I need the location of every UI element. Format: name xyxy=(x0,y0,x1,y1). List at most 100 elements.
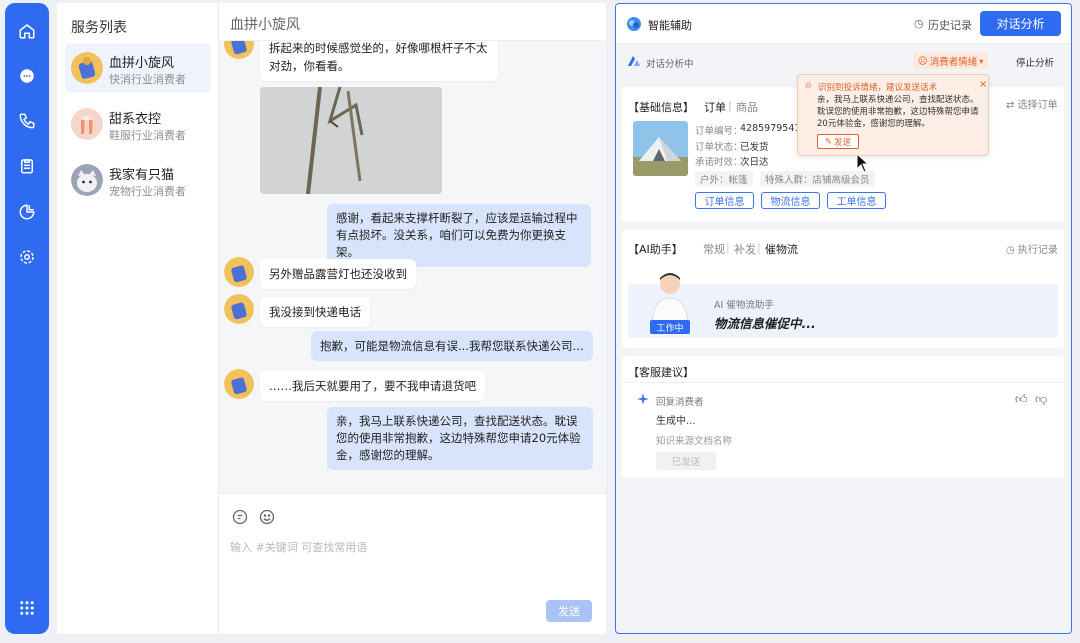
tag: 特殊人群：店铺高级会员 xyxy=(760,171,875,187)
cursor-icon xyxy=(856,152,870,173)
ticket-info-button[interactable]: 工单信息 xyxy=(827,192,886,209)
message-image[interactable] xyxy=(260,87,442,194)
chat-messages: 拆起来的时候感觉坐的，好像哪根杆子不太对劲，你看看。 感谢，看起来支撑杆断裂了，… xyxy=(219,41,606,493)
avatar xyxy=(224,369,254,399)
avatar xyxy=(71,164,103,196)
service-item-name: 我家有只猫 xyxy=(109,168,175,183)
assistant-status: 物流信息催促中... xyxy=(714,316,816,331)
popup-text: 亲，我马上联系快递公司，查找配送状态。耽误您的使用非常抱歉，这边特殊帮您申请20… xyxy=(817,95,979,129)
suggestion-card: 【客服建议】 回复消费者 👍︎ 👎︎ 生成中... 知识来源文档名称 已发送 xyxy=(622,356,1064,478)
order-status-label: 订单状态： xyxy=(695,142,743,153)
service-list: 服务列表 血拼小旋风 快消行业消费者 甜系衣控 鞋服行业消费者 我家有只猫 宠物… xyxy=(57,3,219,634)
tab-product[interactable]: 商品 xyxy=(736,99,758,115)
logistics-info-button[interactable]: 物流信息 xyxy=(761,192,820,209)
execution-log-link[interactable]: ◷ 执行记录 xyxy=(1006,241,1058,256)
working-badge: 工作中 xyxy=(650,320,690,334)
avatar xyxy=(224,294,254,324)
complaint-alert-popup: 🔥︎ 识别到投诉情绪，建议发送话术 × 亲，我马上联系快递公司，查找配送状态。耽… xyxy=(797,74,989,156)
close-icon[interactable]: × xyxy=(979,79,987,90)
reply-consumer-label: 回复消费者 xyxy=(656,397,704,408)
phone-icon[interactable] xyxy=(5,108,49,134)
service-list-title: 服务列表 xyxy=(71,20,127,36)
tab-urge-logistics[interactable]: 催物流 xyxy=(765,241,798,257)
fire-icon: 🔥︎ xyxy=(805,81,812,91)
thumbs-down-icon[interactable]: 👎︎ xyxy=(1035,392,1047,407)
panel-title: 智能辅助 xyxy=(648,19,692,32)
service-item[interactable]: 甜系衣控 鞋服行业消费者 xyxy=(65,99,211,149)
tab-divider: | xyxy=(726,241,730,254)
chat-input-area: 输入 #关键词 可查找常用语 发送 xyxy=(219,493,606,634)
edit-icon: ✎ xyxy=(824,136,833,147)
knowledge-source[interactable]: 知识来源文档名称 xyxy=(656,433,732,447)
home-icon[interactable] xyxy=(5,18,49,44)
chat-title: 血拼小旋风 xyxy=(230,17,300,33)
select-order-label: 选择订单 xyxy=(1017,100,1058,111)
stop-analysis-button[interactable]: 停止分析 xyxy=(1016,55,1054,69)
sent-button[interactable]: 已发送 xyxy=(656,452,716,470)
chevron-down-icon: ▾ xyxy=(979,56,984,66)
promise-value: 次日达 xyxy=(740,157,769,168)
basic-info-title: 【基础信息】 xyxy=(628,101,694,114)
service-item-sub: 鞋服行业消费者 xyxy=(109,129,186,142)
clipboard-icon[interactable] xyxy=(5,153,49,179)
emoji-icon[interactable] xyxy=(259,509,275,525)
message-bubble: 另外赠品露营灯也还没收到 xyxy=(260,259,416,289)
sparkle-icon xyxy=(637,393,649,405)
execution-log-label: 执行记录 xyxy=(1017,245,1058,256)
popup-send-button[interactable]: ✎ 发送 xyxy=(817,134,859,149)
grid-icon[interactable] xyxy=(5,595,49,621)
service-item[interactable]: 我家有只猫 宠物行业消费者 xyxy=(65,155,211,205)
generating-text: 生成中... xyxy=(656,416,696,427)
tab-divider: | xyxy=(757,241,761,254)
clock-icon: ◷ xyxy=(1006,245,1015,256)
service-item-name: 血拼小旋风 xyxy=(109,56,175,71)
quick-reply-icon[interactable] xyxy=(232,509,248,525)
ai-assistant-card: 【AI助手】 常规 | 补发 | 催物流 ◷ 执行记录 工作中 AI 催物流助手… xyxy=(622,230,1064,348)
service-item-name: 甜系衣控 xyxy=(109,112,162,127)
send-button[interactable]: 发送 xyxy=(546,600,592,622)
panel-header: 智能辅助 ◷ 历史记录 对话分析 xyxy=(616,4,1071,44)
analyzing-icon xyxy=(627,55,641,67)
message-bubble: 拆起来的时候感觉坐的，好像哪根杆子不太对劲，你看看。 xyxy=(260,41,498,81)
assistant-status-box xyxy=(628,284,1058,338)
tab-regular[interactable]: 常规 xyxy=(703,241,725,257)
product-image[interactable] xyxy=(633,121,688,176)
thumbs-up-icon[interactable]: 👍︎ xyxy=(1015,392,1028,407)
divider xyxy=(622,382,1064,383)
avatar xyxy=(224,41,254,59)
tab-divider: | xyxy=(728,99,732,112)
settings-icon[interactable] xyxy=(5,244,49,270)
nav-rail xyxy=(5,3,49,634)
emotion-face-icon: ☹ xyxy=(917,55,928,67)
service-item[interactable]: 血拼小旋风 快消行业消费者 xyxy=(65,43,211,93)
message-icon[interactable] xyxy=(5,63,49,89)
message-bubble: ……我后天就要用了，要不我申请退货吧 xyxy=(260,371,485,401)
analyze-button[interactable]: 对话分析 xyxy=(980,11,1061,36)
message-bubble: 抱歉，可能是物流信息有误...我帮您联系快递公司核实下... xyxy=(311,331,593,361)
suggestion-title: 【客服建议】 xyxy=(628,366,694,379)
order-no-label: 订单编号： xyxy=(695,126,743,137)
ai-assistant-title: 【AI助手】 xyxy=(628,243,683,256)
popup-send-label: 发送 xyxy=(834,137,852,148)
pie-chart-icon[interactable] xyxy=(5,199,49,225)
chat-header: 血拼小旋风 xyxy=(219,3,606,41)
service-item-sub: 宠物行业消费者 xyxy=(109,185,186,198)
message-input[interactable]: 输入 #关键词 可查找常用语 xyxy=(230,539,367,555)
history-icon: ◷ xyxy=(914,17,924,30)
order-status: 已发货 xyxy=(740,142,769,153)
avatar xyxy=(71,52,103,84)
history-link[interactable]: ◷ 历史记录 xyxy=(914,16,972,32)
tab-order[interactable]: 订单 xyxy=(704,99,726,115)
select-order-link[interactable]: ⇄ 选择订单 xyxy=(1006,96,1058,111)
avatar xyxy=(71,108,103,140)
swap-icon: ⇄ xyxy=(1006,100,1015,111)
emotion-badge[interactable]: ☹ 消费者情绪 ▾ xyxy=(913,53,988,69)
message-bubble: 亲，我马上联系快递公司，查找配送状态。耽误您的使用非常抱歉，这边特殊帮您申请20… xyxy=(327,407,593,470)
emotion-label: 消费者情绪 xyxy=(929,57,978,68)
tab-reissue[interactable]: 补发 xyxy=(734,241,756,257)
tag: 户外：帐篷 xyxy=(695,171,753,187)
order-info-button[interactable]: 订单信息 xyxy=(695,192,754,209)
avatar xyxy=(224,257,254,287)
history-label: 历史记录 xyxy=(928,19,972,32)
message-bubble: 感谢，看起来支撑杆断裂了，应该是运输过程中有点损坏。没关系，咱们可以免费为你更换… xyxy=(327,204,591,267)
